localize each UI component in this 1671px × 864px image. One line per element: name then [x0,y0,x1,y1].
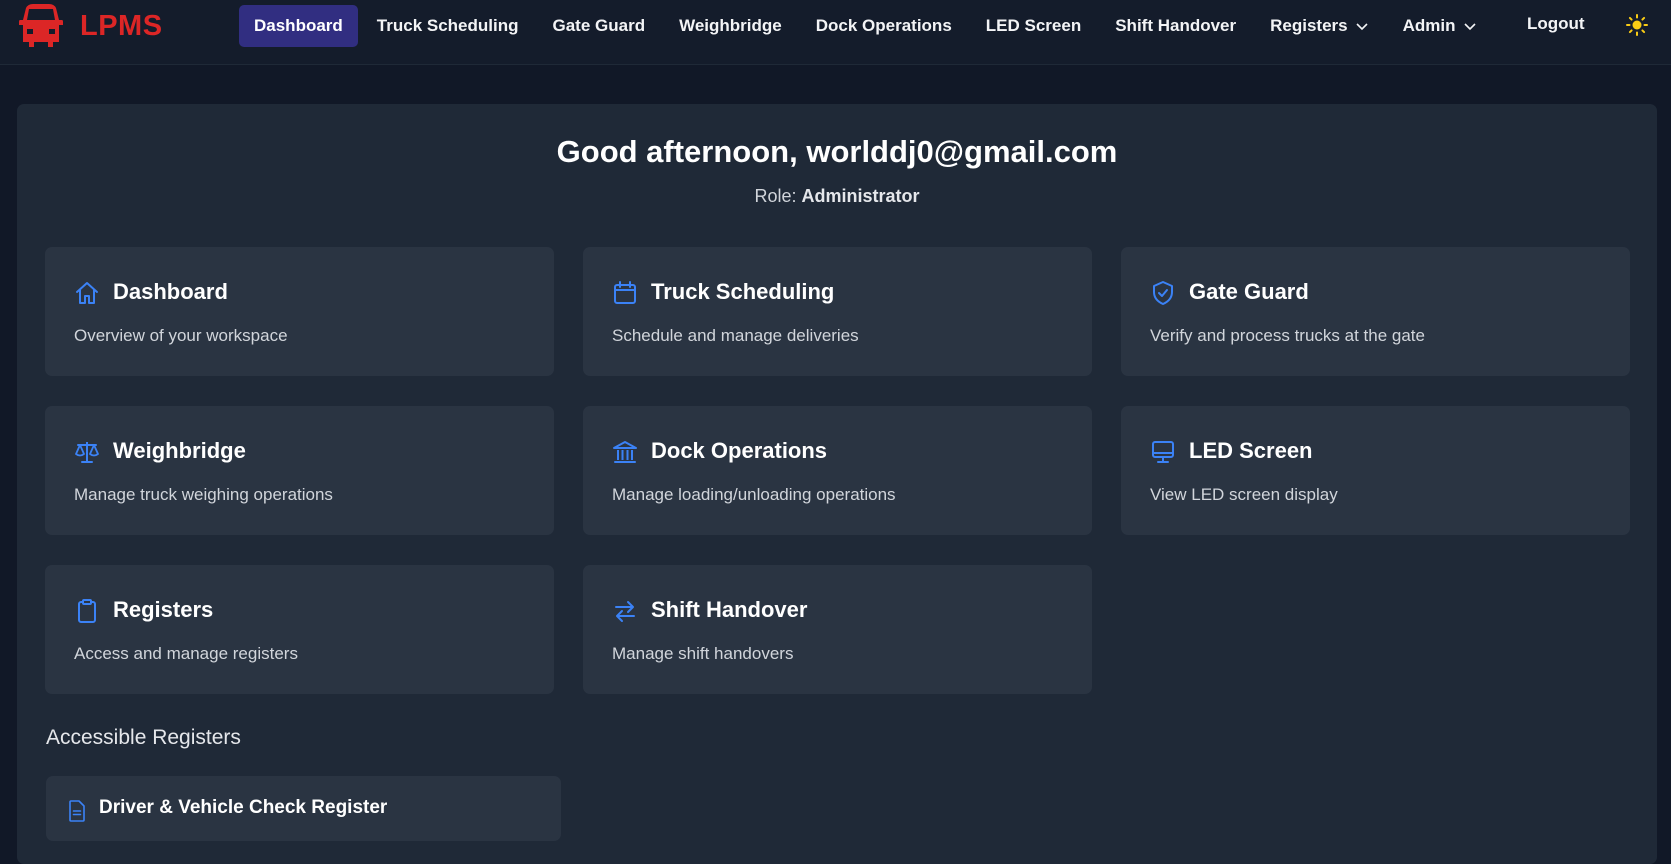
sun-icon[interactable] [1626,14,1648,36]
card-title: Dock Operations [651,438,828,463]
card-led-screen[interactable]: LED Screen View LED screen display [1121,406,1630,535]
card-title: Dashboard [113,279,228,304]
main-nav: Dashboard Truck Scheduling Gate Guard We… [239,5,1496,47]
truck-icon [19,4,63,47]
greeting-heading: Good afternoon, worlddj0@gmail.com [556,134,1118,169]
chevron-down-icon [1356,23,1368,31]
nav-label: Dock Operations [815,16,952,35]
register-label: Driver & Vehicle Check Register [99,797,388,818]
nav-label: Dashboard [254,16,343,35]
nav-label: LED Screen [985,16,1082,35]
card-registers[interactable]: Registers Access and manage registers [45,565,554,694]
accessible-registers-heading: Accessible Registers [46,726,241,749]
calendar-icon [614,281,636,304]
logout-button[interactable]: Logout [1527,14,1585,34]
card-description: Overview of your workspace [74,326,288,345]
scale-icon [75,442,99,463]
card-description: Manage shift handovers [612,644,794,663]
shield-check-icon [1153,281,1173,305]
app-name: LPMS [80,9,163,42]
card-description: Manage loading/unloading operations [612,485,896,504]
top-navbar: LPMS Dashboard Truck Scheduling Gate Gua… [0,0,1671,65]
card-shift-handover[interactable]: Shift Handover Manage shift handovers [583,565,1092,694]
register-item-driver-vehicle-check[interactable]: Driver & Vehicle Check Register [46,776,561,841]
nav-truck-scheduling[interactable]: Truck Scheduling [362,5,534,47]
nav-dock-operations[interactable]: Dock Operations [801,5,967,47]
card-weighbridge[interactable]: Weighbridge Manage truck weighing operat… [45,406,554,535]
nav-label: Shift Handover [1115,16,1237,35]
nav-weighbridge[interactable]: Weighbridge [664,5,797,47]
card-dock-operations[interactable]: Dock Operations Manage loading/unloading… [583,406,1092,535]
nav-led-screen[interactable]: LED Screen [971,5,1096,47]
nav-label: Truck Scheduling [376,16,519,35]
nav-label: Gate Guard [552,16,646,35]
card-description: Manage truck weighing operations [74,485,333,504]
card-title: Gate Guard [1189,279,1309,304]
chevron-down-icon [1463,23,1476,31]
card-title: Weighbridge [113,438,246,463]
document-icon [69,800,85,822]
card-description: Schedule and manage deliveries [612,326,859,345]
dashboard-panel: Good afternoon, worlddj0@gmail.com Role:… [17,104,1657,864]
nav-label: Registers [1270,16,1348,35]
clipboard-icon [78,599,96,623]
card-truck-scheduling[interactable]: Truck Scheduling Schedule and manage del… [583,247,1092,376]
card-title: LED Screen [1189,438,1313,463]
card-gate-guard[interactable]: Gate Guard Verify and process trucks at … [1121,247,1630,376]
nav-label: Admin [1402,16,1456,35]
role-value: Administrator [801,186,920,206]
role-line: Role: Administrator [17,186,1657,207]
card-description: View LED screen display [1150,485,1338,504]
nav-dashboard[interactable]: Dashboard [239,5,358,47]
card-dashboard[interactable]: Dashboard Overview of your workspace [45,247,554,376]
card-title: Shift Handover [651,597,808,622]
brand[interactable]: LPMS [18,2,163,50]
nav-label: Weighbridge [679,16,782,35]
nav-registers-dropdown[interactable]: Registers [1255,5,1383,47]
card-description: Verify and process trucks at the gate [1150,326,1425,345]
home-icon [76,282,98,304]
card-title: Registers [113,597,214,622]
monitor-icon [1152,441,1174,463]
nav-shift-handover[interactable]: Shift Handover [1100,5,1251,47]
nav-admin-dropdown[interactable]: Admin [1388,5,1492,47]
role-label: Role: [754,186,797,206]
arrows-exchange-icon [615,601,635,622]
building-icon [613,441,637,463]
card-title: Truck Scheduling [651,279,835,304]
nav-gate-guard[interactable]: Gate Guard [538,5,661,47]
card-description: Access and manage registers [74,644,298,663]
